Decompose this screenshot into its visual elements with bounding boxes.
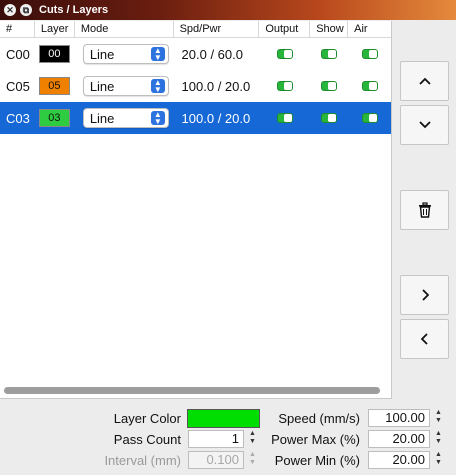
mode-cell: Line ▲ ▼ bbox=[75, 70, 174, 102]
interval-stepper[interactable]: ▲ ▼ bbox=[248, 451, 257, 469]
table-row[interactable]: C03 03 Line ▲ ▼ 100.0 / 20.0 bbox=[0, 102, 391, 134]
cuts-layers-table: # Layer Mode Spd/Pwr Output Show Air C00… bbox=[0, 21, 392, 399]
layer-swatch[interactable]: 05 bbox=[38, 77, 70, 95]
show-cell bbox=[310, 38, 348, 70]
horizontal-scrollbar[interactable] bbox=[4, 387, 380, 394]
title-bar: ✕ ⧉ Cuts / Layers bbox=[0, 0, 456, 20]
show-cell bbox=[310, 102, 348, 134]
mode-cell: Line ▲ ▼ bbox=[75, 102, 174, 134]
select-arrows-icon: ▲ ▼ bbox=[150, 79, 165, 94]
chevron-left-icon bbox=[420, 333, 428, 345]
air-toggle[interactable] bbox=[361, 81, 378, 91]
layer-swatch[interactable]: 03 bbox=[38, 109, 70, 127]
air-cell bbox=[348, 38, 391, 70]
air-cell bbox=[348, 70, 391, 102]
output-cell bbox=[259, 70, 310, 102]
window-title: Cuts / Layers bbox=[39, 4, 109, 16]
cut-number: C03 bbox=[6, 110, 30, 126]
mode-cell: Line ▲ ▼ bbox=[75, 38, 174, 70]
speed-power: 20.0 / 60.0 bbox=[181, 46, 243, 62]
pass-count-stepper[interactable]: ▲ ▼ bbox=[248, 430, 257, 448]
layer-color-label: Layer Color bbox=[113, 411, 181, 426]
air-toggle[interactable] bbox=[361, 49, 378, 59]
layer-swatch[interactable]: 00 bbox=[38, 45, 70, 63]
power-min-field[interactable]: 20.00 bbox=[368, 451, 430, 469]
move-left-button[interactable] bbox=[400, 319, 449, 359]
mode-value: Line bbox=[89, 46, 115, 62]
header-air[interactable]: Air bbox=[348, 21, 391, 38]
air-cell bbox=[348, 102, 391, 134]
output-toggle[interactable] bbox=[276, 81, 293, 91]
speed-stepper[interactable]: ▲ ▼ bbox=[434, 409, 443, 427]
move-up-button[interactable] bbox=[400, 61, 449, 101]
layer-cell: 00 bbox=[35, 38, 75, 70]
show-toggle[interactable] bbox=[321, 113, 338, 123]
header-spd-pwr[interactable]: Spd/Pwr bbox=[174, 21, 260, 38]
show-toggle[interactable] bbox=[321, 81, 338, 91]
mode-select[interactable]: Line ▲ ▼ bbox=[82, 108, 169, 128]
interval-field[interactable]: 0.100 bbox=[188, 451, 244, 469]
cut-number: C05 bbox=[6, 78, 30, 94]
table-row[interactable]: C00 00 Line ▲ ▼ 20.0 / 60.0 bbox=[0, 38, 391, 70]
cut-number: C00 bbox=[6, 46, 30, 62]
chevron-down-icon bbox=[418, 121, 431, 129]
pass-count-label: Pass Count bbox=[113, 432, 181, 447]
header-show[interactable]: Show bbox=[310, 21, 349, 38]
mode-select[interactable]: Line ▲ ▼ bbox=[82, 76, 169, 96]
table-header: # Layer Mode Spd/Pwr Output Show Air bbox=[0, 21, 391, 38]
power-max-stepper[interactable]: ▲ ▼ bbox=[434, 430, 443, 448]
output-toggle[interactable] bbox=[276, 113, 293, 123]
output-toggle[interactable] bbox=[276, 49, 293, 59]
select-arrows-icon: ▲ ▼ bbox=[150, 111, 165, 126]
layer-cell: 05 bbox=[35, 70, 75, 102]
speed-power: 100.0 / 20.0 bbox=[181, 110, 251, 126]
power-min-label: Power Min (%) bbox=[274, 453, 360, 468]
speed-label: Speed (mm/s) bbox=[278, 411, 360, 426]
mode-select[interactable]: Line ▲ ▼ bbox=[82, 44, 169, 64]
pass-count-field[interactable]: 1 bbox=[188, 430, 244, 448]
interval-label: Interval (mm) bbox=[104, 453, 181, 468]
show-toggle[interactable] bbox=[321, 49, 338, 59]
air-toggle[interactable] bbox=[361, 113, 378, 123]
move-right-button[interactable] bbox=[400, 275, 449, 315]
power-max-label: Power Max (%) bbox=[271, 432, 360, 447]
close-icon[interactable]: ✕ bbox=[4, 4, 16, 16]
mode-value: Line bbox=[89, 78, 115, 94]
output-cell bbox=[259, 102, 310, 134]
delete-layer-button[interactable] bbox=[400, 190, 449, 230]
layer-cell: 03 bbox=[35, 102, 75, 134]
trash-icon bbox=[418, 202, 431, 218]
float-icon[interactable]: ⧉ bbox=[20, 4, 32, 16]
mode-value: Line bbox=[89, 110, 115, 126]
speed-field[interactable]: 100.00 bbox=[368, 409, 430, 427]
chevron-right-icon bbox=[421, 289, 429, 301]
header-num[interactable]: # bbox=[0, 21, 35, 38]
show-cell bbox=[310, 70, 348, 102]
select-arrows-icon: ▲ ▼ bbox=[150, 47, 165, 62]
move-down-button[interactable] bbox=[400, 105, 449, 145]
chevron-up-icon bbox=[418, 77, 431, 85]
power-min-stepper[interactable]: ▲ ▼ bbox=[434, 451, 443, 469]
header-layer[interactable]: Layer bbox=[35, 21, 75, 38]
layer-color-swatch[interactable] bbox=[187, 409, 260, 428]
header-mode[interactable]: Mode bbox=[75, 21, 174, 38]
table-row[interactable]: C05 05 Line ▲ ▼ 100.0 / 20.0 bbox=[0, 70, 391, 102]
header-output[interactable]: Output bbox=[259, 21, 311, 38]
power-max-field[interactable]: 20.00 bbox=[368, 430, 430, 448]
speed-power: 100.0 / 20.0 bbox=[181, 78, 251, 94]
output-cell bbox=[259, 38, 310, 70]
